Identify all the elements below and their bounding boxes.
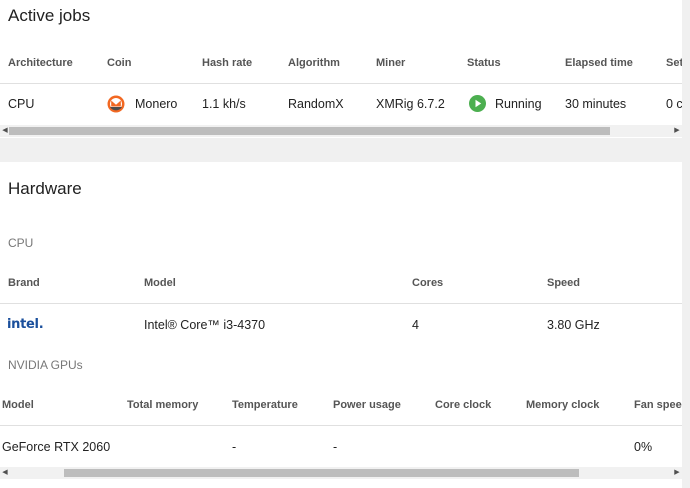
scroll-right-arrow-icon[interactable]: ▶	[672, 467, 682, 479]
col-header-elapsed-time[interactable]: Elapsed time	[565, 57, 633, 69]
col-header-algorithm[interactable]: Algorithm	[288, 57, 340, 69]
scroll-right-arrow-icon[interactable]: ▶	[672, 125, 682, 137]
gpu-col-header-model[interactable]: Model	[2, 399, 34, 411]
cell-coin: Monero	[135, 97, 178, 111]
cpu-col-header-brand[interactable]: Brand	[8, 277, 40, 289]
cpu-cell-model: Intel® Core™ i3-4370	[144, 318, 266, 332]
cpu-col-header-speed[interactable]: Speed	[547, 277, 580, 289]
gpu-col-header-fan-speed[interactable]: Fan speed	[634, 399, 682, 411]
col-header-hash-rate[interactable]: Hash rate	[202, 57, 252, 69]
gpu-col-header-power-usage[interactable]: Power usage	[333, 399, 401, 411]
cpu-cell-speed: 3.80 GHz	[547, 318, 600, 332]
cpu-header-divider	[0, 303, 682, 304]
hardware-card: Hardware CPU Brand Model Cores Speed int…	[0, 162, 682, 488]
gpu-col-header-memory-clock[interactable]: Memory clock	[526, 399, 599, 411]
gpu-cell-temperature: -	[232, 440, 237, 454]
jobs-horizontal-scrollbar[interactable]: ◀ ▶	[0, 125, 682, 137]
cpu-cell-cores: 4	[412, 318, 419, 332]
monero-icon	[107, 95, 125, 113]
gpu-horizontal-scrollbar[interactable]: ◀ ▶	[0, 467, 682, 479]
cell-architecture: CPU	[8, 97, 35, 111]
gpu-cell-model: GeForce RTX 2060	[2, 440, 111, 454]
gpu-cell-fan-speed: 0%	[634, 440, 653, 454]
col-header-set[interactable]: Set	[666, 57, 682, 69]
col-header-status[interactable]: Status	[467, 57, 501, 69]
gpu-header-divider	[0, 425, 682, 426]
cpu-section-label: CPU	[8, 236, 34, 250]
cell-status: Running	[495, 97, 542, 111]
header-divider	[0, 83, 682, 84]
col-header-coin[interactable]: Coin	[107, 57, 131, 69]
gpu-cell-power-usage: -	[333, 440, 338, 454]
cpu-col-header-model[interactable]: Model	[144, 277, 176, 289]
cell-hash-rate: 1.1 kh/s	[202, 97, 246, 111]
play-circle-icon	[469, 95, 486, 112]
gpu-col-header-total-memory[interactable]: Total memory	[127, 399, 198, 411]
col-header-miner[interactable]: Miner	[376, 57, 405, 69]
gpu-col-header-core-clock[interactable]: Core clock	[435, 399, 491, 411]
gpu-section-label: NVIDIA GPUs	[8, 358, 83, 372]
scroll-left-arrow-icon[interactable]: ◀	[0, 467, 10, 479]
cell-setting: 0 c	[666, 97, 682, 111]
gpu-scroll-thumb[interactable]	[64, 469, 579, 477]
active-jobs-card: Active jobs Architecture Coin Hash rate …	[0, 0, 682, 138]
gpu-col-header-temperature[interactable]: Temperature	[232, 399, 298, 411]
cpu-col-header-cores[interactable]: Cores	[412, 277, 443, 289]
cell-algorithm: RandomX	[288, 97, 344, 111]
active-jobs-title: Active jobs	[8, 6, 91, 25]
cell-elapsed-time: 30 minutes	[565, 97, 627, 111]
cell-miner: XMRig 6.7.2	[376, 97, 445, 111]
hardware-title: Hardware	[8, 179, 82, 198]
col-header-architecture[interactable]: Architecture	[8, 57, 73, 69]
intel-logo: intel.	[7, 317, 44, 332]
jobs-scroll-thumb[interactable]	[9, 127, 610, 135]
